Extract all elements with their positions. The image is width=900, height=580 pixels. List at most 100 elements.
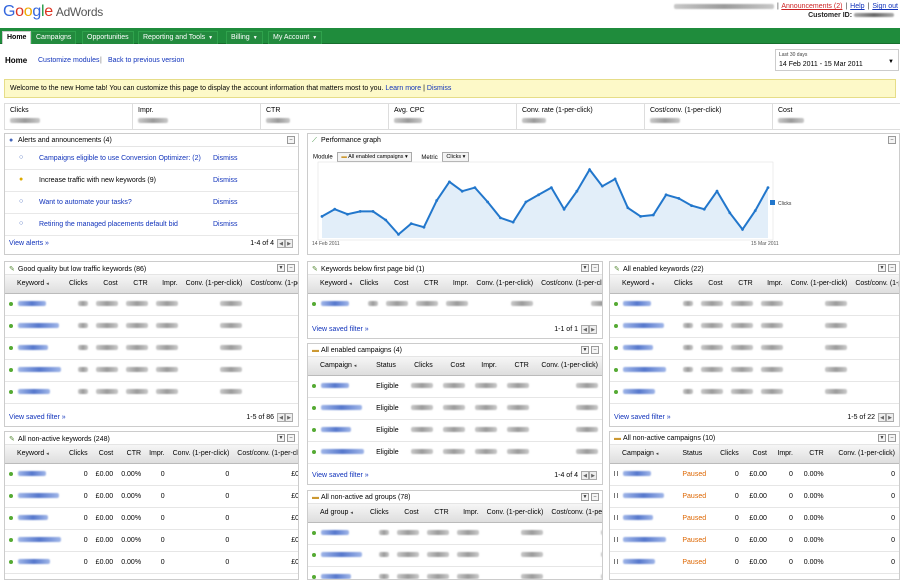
name-link[interactable] [18,367,61,373]
next-page-button[interactable]: ▶ [886,413,894,422]
column-header[interactable]: Conv. (1-per-click) [532,357,602,376]
name-link[interactable] [623,493,664,499]
column-header[interactable]: Conv. (1-per-click) [181,275,247,294]
pause-icon[interactable] [614,493,618,499]
column-header[interactable]: Impr. [756,275,787,294]
prev-page-button[interactable]: ◀ [878,413,886,422]
column-header[interactable]: Impr. [468,357,501,376]
status-dot-icon[interactable] [9,537,13,542]
prev-page-button[interactable]: ◀ [581,325,589,334]
next-page-button[interactable]: ▶ [285,239,293,248]
status-dot-icon[interactable] [9,515,13,520]
column-header[interactable]: Cost [91,275,122,294]
alert-text[interactable]: Retiring the managed placements default … [39,221,178,228]
name-link[interactable] [623,301,651,307]
status-dot-icon[interactable] [9,559,13,564]
tab-opportunities[interactable]: Opportunities [82,31,134,44]
column-header[interactable]: Cost [742,445,771,464]
minimize-icon[interactable]: – [287,434,295,442]
pause-icon[interactable] [614,515,618,521]
column-header[interactable]: Clicks [404,357,437,376]
name-link[interactable] [623,323,664,329]
tab-reporting-and-tools[interactable]: Reporting and Tools ▼ [138,31,219,44]
column-header[interactable]: Cost/conv. (1-per-click) [233,445,298,464]
options-icon[interactable]: ▼ [878,264,886,272]
column-header[interactable]: Conv. (1-per-click) [827,445,899,464]
column-header[interactable]: Cost [696,275,727,294]
minimize-icon[interactable]: – [888,434,896,442]
column-header[interactable]: Impr. [452,504,483,523]
column-header[interactable]: Conv. (1-per-click) [786,275,852,294]
status-dot-icon[interactable] [312,574,316,579]
column-header[interactable]: Keyword ◂ [308,275,356,294]
name-link[interactable] [623,389,655,395]
column-header[interactable]: Keyword ◂ [5,445,65,464]
options-icon[interactable]: ▼ [581,493,589,501]
status-dot-icon[interactable] [312,449,316,454]
name-link[interactable] [321,530,349,536]
name-link[interactable] [623,471,651,477]
name-link[interactable] [623,367,666,373]
dismiss-alert-link[interactable]: Dismiss [213,199,238,206]
summary-metric[interactable]: Impr. [132,104,260,130]
column-header[interactable]: Impr. [442,275,473,294]
next-page-button[interactable]: ▶ [285,413,293,422]
name-link[interactable] [18,345,48,351]
status-dot-icon[interactable] [614,389,618,394]
column-header[interactable]: CTR [121,275,152,294]
name-link[interactable] [18,537,61,543]
pause-icon[interactable] [614,537,618,543]
status-dot-icon[interactable] [9,471,13,476]
alert-text[interactable]: Want to automate your tasks? [39,199,132,206]
name-link[interactable] [623,515,653,521]
column-header[interactable]: Cost [436,357,469,376]
sign-out-link[interactable]: Sign out [872,3,898,10]
alert-text[interactable]: Campaigns eligible to use Conversion Opt… [39,155,201,162]
next-page-button[interactable]: ▶ [589,325,597,334]
column-header[interactable]: Clicks [713,445,743,464]
column-header[interactable]: Cost/conv. (1-per-click) [246,275,298,294]
column-header[interactable]: Clicks [65,445,92,464]
customize-modules-link[interactable]: Customize modules [38,57,99,64]
adwords-logo[interactable]: Google AdWords [3,3,103,21]
back-to-previous-version-link[interactable]: Back to previous version [108,57,184,64]
column-header[interactable]: Impr. [145,445,169,464]
column-header[interactable]: Cost [392,504,423,523]
minimize-icon[interactable]: – [591,346,599,354]
column-header[interactable]: Campaign ◂ [610,445,679,464]
column-header[interactable]: Cost [91,445,118,464]
status-dot-icon[interactable] [614,323,618,328]
column-header[interactable]: Impr. [151,275,182,294]
status-dot-icon[interactable] [614,367,618,372]
name-link[interactable] [321,301,349,307]
options-icon[interactable]: ▼ [878,434,886,442]
view-saved-filter-link[interactable]: View saved filter » [9,414,66,421]
tab-campaigns[interactable]: Campaigns [31,31,77,44]
column-header[interactable]: Campaign ◂ [308,357,373,376]
column-header[interactable]: Clicks [355,275,383,294]
options-icon[interactable]: ▼ [277,264,285,272]
column-header[interactable]: Cost/conv. (1-per-click) [547,504,602,523]
column-header[interactable]: Conv. (1-per-click) [482,504,548,523]
column-header[interactable]: Cost [382,275,413,294]
status-dot-icon[interactable] [9,323,13,328]
tab-home[interactable]: Home [2,31,32,44]
column-header[interactable]: CTR [117,445,146,464]
status-dot-icon[interactable] [312,530,316,535]
summary-metric[interactable]: Avg. CPC [388,104,516,130]
name-link[interactable] [623,537,666,543]
minimize-icon[interactable]: – [287,264,295,272]
column-header[interactable]: Keyword ◂ [5,275,65,294]
summary-metric[interactable]: Cost/conv. (1-per-click) [644,104,772,130]
status-dot-icon[interactable] [9,493,13,498]
name-link[interactable] [623,345,653,351]
status-dot-icon[interactable] [614,345,618,350]
summary-metric[interactable]: Cost [772,104,900,130]
name-link[interactable] [18,301,46,307]
column-header[interactable]: CTR [500,357,533,376]
help-link[interactable]: Help [850,3,864,10]
prev-page-button[interactable]: ◀ [277,413,285,422]
view-alerts-link[interactable]: View alerts » [9,240,49,247]
name-link[interactable] [321,574,351,579]
minimize-icon[interactable]: – [591,493,599,501]
